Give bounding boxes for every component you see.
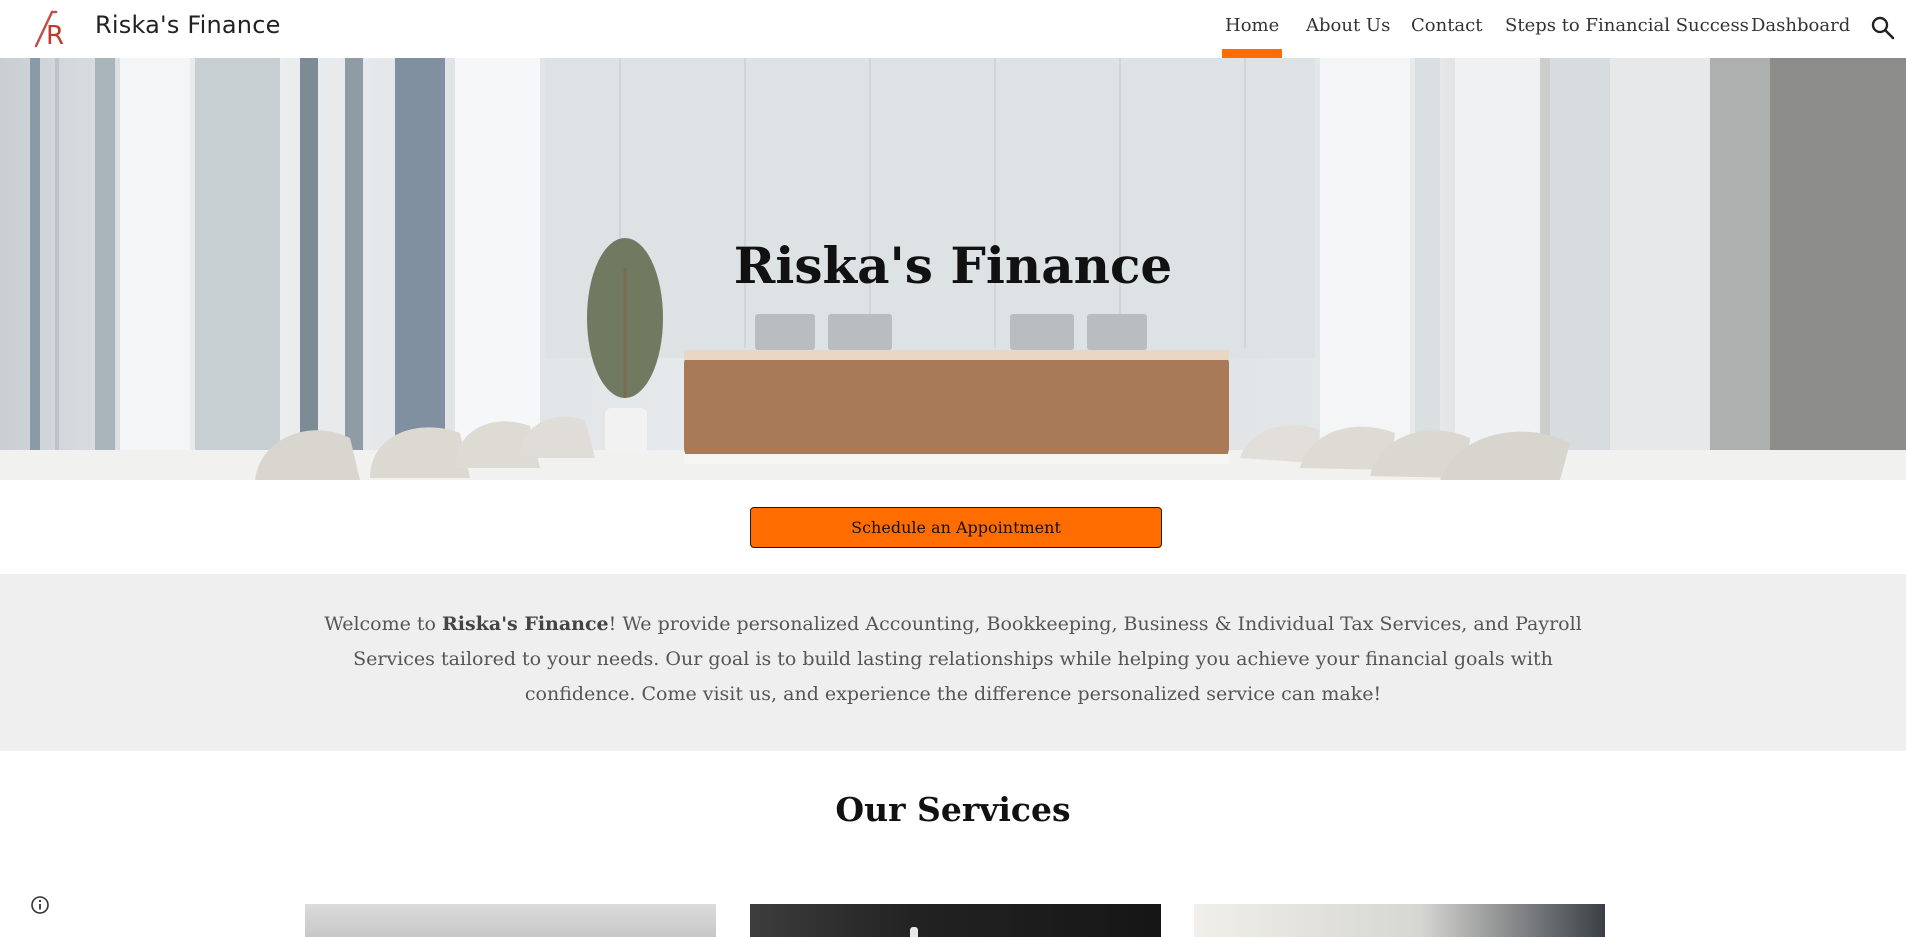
- info-icon[interactable]: [30, 895, 50, 915]
- site-header: R Riska's Finance Home About Us Contact …: [0, 0, 1906, 58]
- services-title: Our Services: [835, 790, 1071, 829]
- nav-steps-to-financial-success[interactable]: Steps to Financial Success: [1505, 15, 1749, 36]
- nav-contact[interactable]: Contact: [1411, 15, 1482, 36]
- service-card-image-1[interactable]: [305, 904, 716, 937]
- service-card-image-3[interactable]: [1194, 904, 1605, 937]
- main-nav: Home About Us Contact Steps to Financial…: [0, 0, 1906, 58]
- welcome-prefix: Welcome to: [324, 613, 443, 635]
- nav-home[interactable]: Home: [1221, 15, 1283, 58]
- schedule-appointment-button[interactable]: Schedule an Appointment: [750, 507, 1162, 548]
- nav-dashboard[interactable]: Dashboard: [1751, 15, 1850, 36]
- service-card-image-2[interactable]: [750, 904, 1161, 937]
- service-card-2-detail: [910, 927, 918, 937]
- nav-about-us[interactable]: About Us: [1306, 15, 1390, 36]
- welcome-brand: Riska's Finance: [442, 613, 609, 635]
- hero-title: Riska's Finance: [733, 236, 1173, 295]
- search-icon[interactable]: [1870, 15, 1896, 41]
- welcome-text: Welcome to Riska's Finance! We provide p…: [305, 607, 1601, 712]
- welcome-section: Welcome to Riska's Finance! We provide p…: [0, 574, 1906, 751]
- hero-banner: Riska's Finance: [0, 58, 1906, 480]
